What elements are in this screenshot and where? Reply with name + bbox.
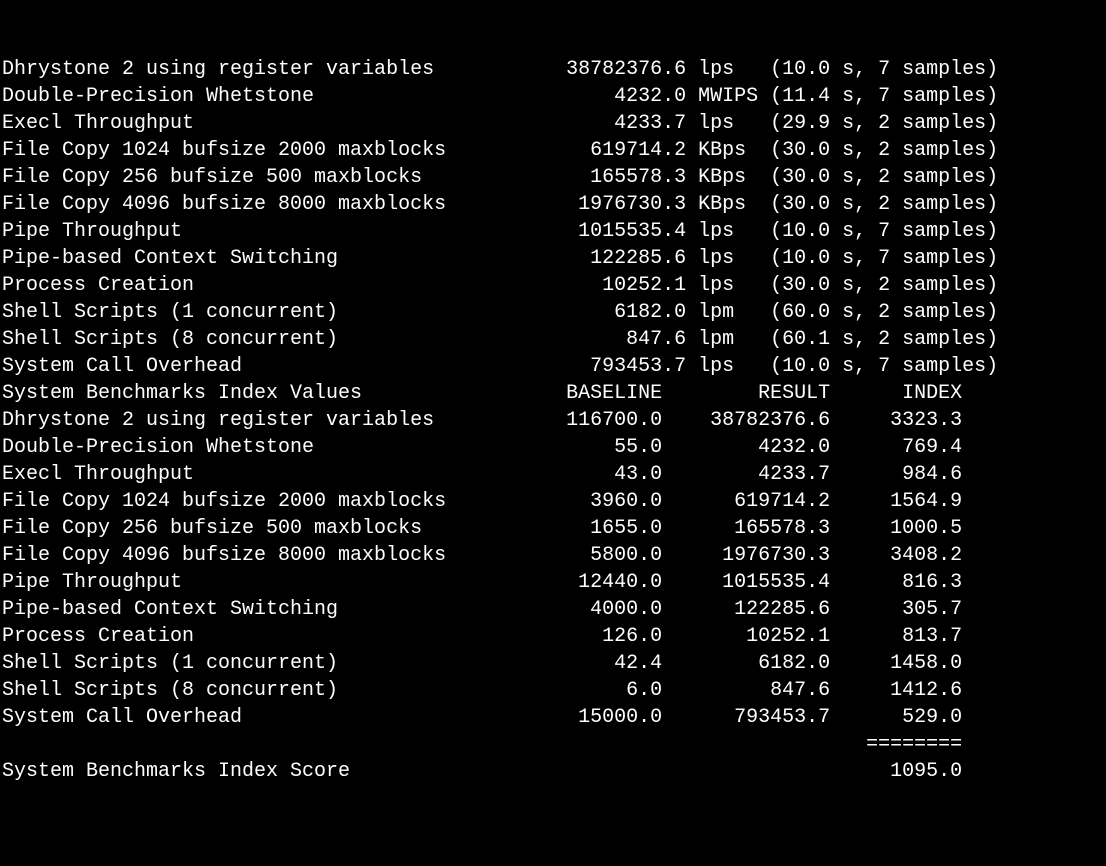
terminal-line: File Copy 1024 bufsize 2000 maxblocks 39… — [2, 488, 1104, 515]
terminal-line: Shell Scripts (1 concurrent) 42.4 6182.0… — [2, 650, 1104, 677]
terminal-line: File Copy 4096 bufsize 8000 maxblocks 19… — [2, 191, 1104, 218]
terminal-line: Execl Throughput 4233.7 lps (29.9 s, 2 s… — [2, 110, 1104, 137]
terminal-line: File Copy 1024 bufsize 2000 maxblocks 61… — [2, 137, 1104, 164]
terminal-line: System Call Overhead 15000.0 793453.7 52… — [2, 704, 1104, 731]
terminal-line: Pipe-based Context Switching 4000.0 1222… — [2, 596, 1104, 623]
terminal-line: File Copy 256 bufsize 500 maxblocks 1655… — [2, 515, 1104, 542]
terminal-line: Execl Throughput 43.0 4233.7 984.6 — [2, 461, 1104, 488]
terminal-output: Dhrystone 2 using register variables 387… — [2, 56, 1104, 785]
terminal-line: ======== — [2, 731, 1104, 758]
terminal-line: File Copy 256 bufsize 500 maxblocks 1655… — [2, 164, 1104, 191]
terminal-line: Dhrystone 2 using register variables 387… — [2, 56, 1104, 83]
terminal-line: Process Creation 10252.1 lps (30.0 s, 2 … — [2, 272, 1104, 299]
terminal-line: System Call Overhead 793453.7 lps (10.0 … — [2, 353, 1104, 380]
terminal-line: System Benchmarks Index Values BASELINE … — [2, 380, 1104, 407]
terminal-line: Double-Precision Whetstone 55.0 4232.0 7… — [2, 434, 1104, 461]
terminal-line: Double-Precision Whetstone 4232.0 MWIPS … — [2, 83, 1104, 110]
terminal-line: Pipe Throughput 1015535.4 lps (10.0 s, 7… — [2, 218, 1104, 245]
terminal-line: Pipe-based Context Switching 122285.6 lp… — [2, 245, 1104, 272]
terminal-line: Shell Scripts (8 concurrent) 6.0 847.6 1… — [2, 677, 1104, 704]
terminal-line: Pipe Throughput 12440.0 1015535.4 816.3 — [2, 569, 1104, 596]
terminal-line: File Copy 4096 bufsize 8000 maxblocks 58… — [2, 542, 1104, 569]
terminal-line: Process Creation 126.0 10252.1 813.7 — [2, 623, 1104, 650]
terminal-line: System Benchmarks Index Score 1095.0 — [2, 758, 1104, 785]
terminal-line: Shell Scripts (1 concurrent) 6182.0 lpm … — [2, 299, 1104, 326]
terminal-line: Dhrystone 2 using register variables 116… — [2, 407, 1104, 434]
terminal-line: Shell Scripts (8 concurrent) 847.6 lpm (… — [2, 326, 1104, 353]
